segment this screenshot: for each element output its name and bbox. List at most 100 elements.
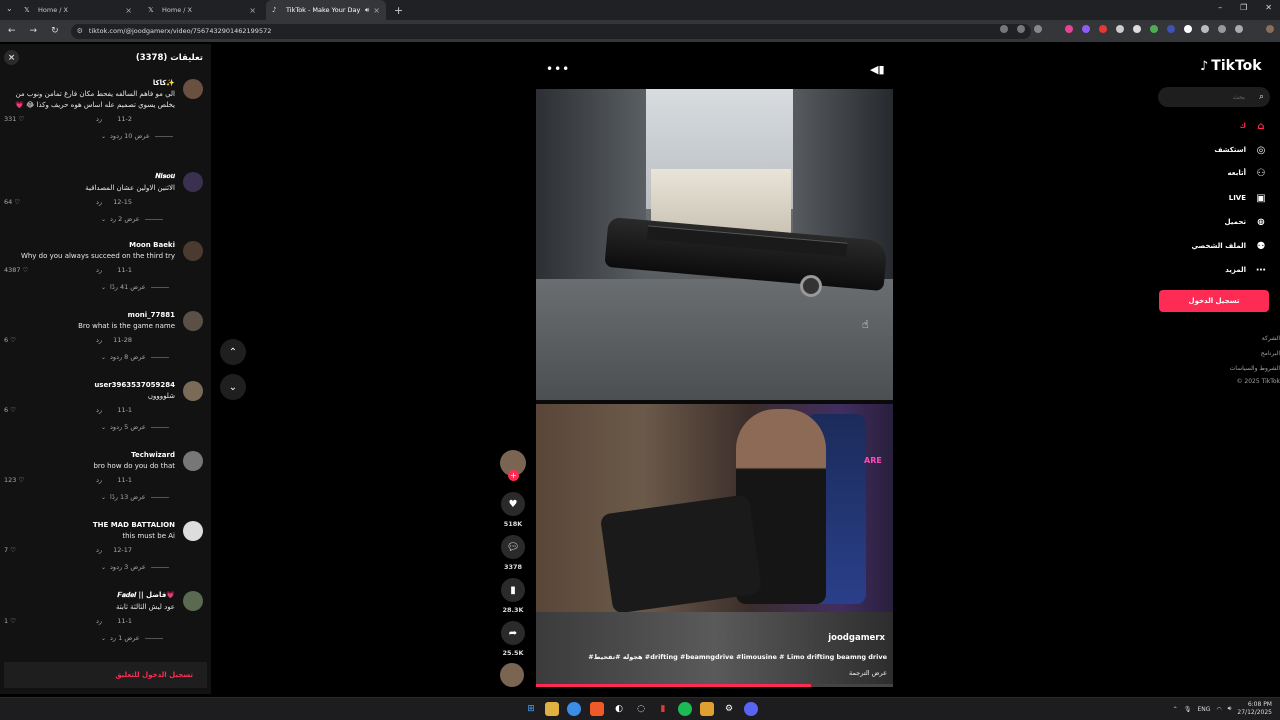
view-replies-button[interactable]: ⌄ عرض 5 ردود <box>101 422 203 432</box>
extension-icon[interactable] <box>1099 25 1107 33</box>
speaker-icon[interactable]: 🔊︎ <box>365 6 369 15</box>
wifi-icon[interactable]: ◠ <box>1216 706 1221 713</box>
reload-icon[interactable]: ↻ <box>51 26 59 36</box>
extension-icon[interactable] <box>1184 25 1192 33</box>
comment-avatar[interactable] <box>183 172 203 192</box>
comment-login-button[interactable]: تسجيل الدخول للتعليق <box>4 662 207 688</box>
spotify-icon[interactable] <box>678 702 692 716</box>
sidebar-icon[interactable] <box>1235 25 1243 33</box>
profile-avatar-icon[interactable] <box>1266 25 1274 33</box>
view-replies-button[interactable]: ⌄ عرض 10 ردود <box>101 131 203 141</box>
follow-plus-icon[interactable]: + <box>508 470 519 481</box>
close-tab-icon[interactable]: × <box>373 6 380 15</box>
comment-like-button[interactable]: 6 ♡ <box>4 406 44 414</box>
sidebar-item-profile[interactable]: الملف الشخصي ⚉ <box>1180 239 1268 253</box>
video-more-button[interactable]: ••• <box>546 62 570 76</box>
view-replies-button[interactable]: ⌄ عرض 1 رد <box>101 633 203 643</box>
sidebar-item-following[interactable]: أتابعه ⚇ <box>1180 166 1268 180</box>
url-input[interactable]: ⚙ tiktok.com/@joodgamerx/video/756743290… <box>70 23 1031 39</box>
reply-button[interactable]: رد <box>44 406 102 414</box>
maximize-icon[interactable]: ❐ <box>1240 3 1247 12</box>
comment-like-button[interactable]: 123 ♡ <box>4 476 44 484</box>
close-comments-button[interactable]: × <box>4 50 19 65</box>
file-explorer-icon[interactable] <box>545 702 559 716</box>
extension-icon[interactable] <box>1116 25 1124 33</box>
comment-username[interactable]: Techwizard <box>4 451 175 459</box>
back-icon[interactable]: ← <box>8 26 16 36</box>
reply-button[interactable]: رد <box>44 266 102 274</box>
comment-like-button[interactable]: 64 ♡ <box>4 198 44 206</box>
language-indicator[interactable]: ENG <box>1197 706 1210 713</box>
app-icon[interactable]: ◐ <box>612 702 626 716</box>
save-button[interactable]: ▮ <box>501 578 525 602</box>
search-icon[interactable]: ⌕ <box>1259 92 1264 102</box>
browser-tab-home-x-2[interactable]: 𝕏 Home / X × <box>142 0 262 20</box>
bookmark-star-icon[interactable] <box>1034 25 1042 33</box>
new-tab-button[interactable]: + <box>394 4 403 17</box>
comment-avatar[interactable] <box>183 451 203 471</box>
reply-button[interactable]: رد <box>44 336 102 344</box>
search-input[interactable]: بحث ⌕ <box>1158 87 1270 107</box>
app-icon[interactable]: ▮ <box>656 702 670 716</box>
creator-avatar[interactable]: + <box>500 450 526 481</box>
chevron-up-icon[interactable]: ⌃ <box>1173 706 1178 713</box>
app-icon[interactable] <box>700 702 714 716</box>
view-replies-button[interactable]: ⌄ عرض 8 ردود <box>101 352 203 362</box>
share-button[interactable]: ➦ <box>501 621 525 645</box>
footer-link[interactable]: الشركة <box>1262 335 1280 342</box>
tiktok-logo[interactable]: ♪ TikTok <box>1200 58 1262 74</box>
comment-like-button[interactable]: 6 ♡ <box>4 336 44 344</box>
comment-avatar[interactable] <box>183 521 203 541</box>
browser-tab-home-x-1[interactable]: 𝕏 Home / X × <box>18 0 138 20</box>
app-icon[interactable]: ⚙ <box>722 702 736 716</box>
reply-button[interactable]: رد <box>44 198 102 206</box>
comment-username[interactable]: 𝑭𝒂𝒅𝒆𝒍 || فاضل💗 <box>4 591 175 600</box>
comment-like-button[interactable]: 4387 ♡ <box>4 266 44 274</box>
comment-button[interactable]: 💬︎ <box>501 535 525 559</box>
extension-icon[interactable] <box>1167 25 1175 33</box>
comment-username[interactable]: THE MAD BATTALION <box>4 521 175 529</box>
extension-icon[interactable] <box>1150 25 1158 33</box>
footer-link[interactable]: © 2025 TikTok <box>1237 378 1280 385</box>
next-video-button[interactable]: ⌄ <box>220 374 246 400</box>
clock[interactable]: 6:08 PM 27/12/2025 <box>1237 701 1272 717</box>
close-tab-icon[interactable]: × <box>249 6 256 15</box>
video-player[interactable]: ARE joodgamerx #هجوله #تفحيط #drifting #… <box>536 89 893 687</box>
sidebar-item-home[interactable]: ك ⌂ <box>1180 119 1268 133</box>
volume-tray-icon[interactable]: 🔊︎ <box>1228 705 1232 713</box>
view-replies-button[interactable]: ⌄ عرض 41 ردًا <box>101 282 203 292</box>
comment-like-button[interactable]: 331 ♡ <box>4 115 44 123</box>
see-translation-link[interactable]: عرض الترجمة <box>849 669 887 677</box>
forward-icon[interactable]: → <box>30 26 38 36</box>
comment-username[interactable]: moni_77881 <box>4 311 175 319</box>
sidebar-item-upload[interactable]: تحميل ⊕ <box>1180 215 1268 229</box>
reply-button[interactable]: رد <box>44 546 102 554</box>
view-replies-button[interactable]: ⌄ عرض 3 ردود <box>101 562 203 572</box>
sidebar-item-compass[interactable]: استكشف ◎ <box>1180 143 1268 157</box>
extension-icon[interactable] <box>1133 25 1141 33</box>
app-icon[interactable]: ◌ <box>634 702 648 716</box>
view-replies-button[interactable]: ⌄ عرض 13 ردًا <box>101 492 203 502</box>
footer-link[interactable]: البرنامج <box>1261 350 1280 357</box>
discord-icon[interactable] <box>744 702 758 716</box>
sound-avatar[interactable] <box>500 663 524 687</box>
reply-button[interactable]: رد <box>44 115 102 123</box>
comment-avatar[interactable] <box>183 311 203 331</box>
close-tab-icon[interactable]: × <box>125 6 132 15</box>
sidebar-item-more[interactable]: المزيد ⋯ <box>1180 263 1268 277</box>
tab-search-icon[interactable]: ⌄ <box>6 4 13 13</box>
footer-link[interactable]: الشروط والسياسات <box>1230 365 1280 372</box>
brave-icon[interactable] <box>590 702 604 716</box>
video-author[interactable]: joodgamerx <box>828 633 885 643</box>
close-window-icon[interactable]: ✕ <box>1265 3 1272 12</box>
like-button[interactable]: ♥ <box>501 492 525 516</box>
video-progress-bar[interactable] <box>536 684 893 687</box>
view-replies-button[interactable]: ⌄ عرض 2 رد <box>101 214 203 224</box>
chrome-icon[interactable] <box>567 702 581 716</box>
reply-button[interactable]: رد <box>44 476 102 484</box>
comment-avatar[interactable] <box>183 241 203 261</box>
previous-video-button[interactable]: ⌃ <box>220 339 246 365</box>
comment-username[interactable]: 𝑵𝒊𝒔𝒐𝒖 <box>4 172 175 181</box>
login-button[interactable]: تسجيل الدخول <box>1159 290 1269 312</box>
microphone-icon[interactable]: 🎙︎ <box>1184 706 1192 713</box>
